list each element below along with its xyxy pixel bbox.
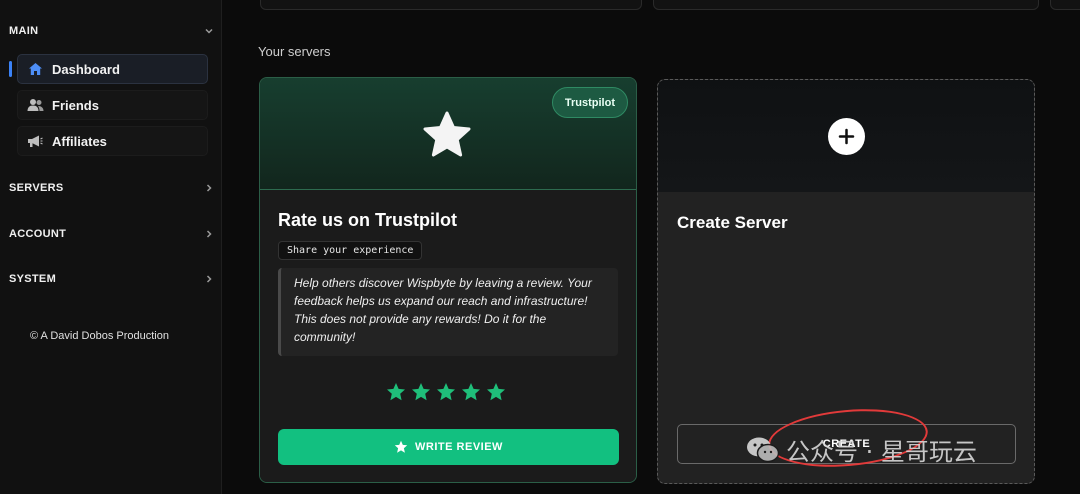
watermark-text: 公众号 · 星哥玩云 (786, 438, 977, 466)
sidebar-section-servers[interactable]: SERVERS (9, 179, 214, 197)
star-icon (461, 382, 481, 402)
card-partial-top (260, 0, 642, 10)
footer-credit: © A David Dobos Production (30, 330, 169, 342)
star-icon (394, 440, 408, 454)
wechat-icon (747, 437, 780, 462)
star-icon (486, 382, 506, 402)
section-title: Your servers (258, 44, 331, 59)
sidebar-section-account[interactable]: ACCOUNT (9, 225, 214, 243)
card-title: Create Server (677, 213, 788, 232)
trustpilot-body: Rate us on Trustpilot Share your experie… (260, 190, 636, 482)
watermark: 公众号 · 星哥玩云 (746, 432, 977, 467)
sidebar-item-label: Affiliates (52, 133, 107, 149)
plus-icon[interactable] (828, 118, 865, 155)
write-review-label: WRITE REVIEW (415, 441, 503, 453)
card-partial-top (653, 0, 1039, 10)
review-quote: Help others discover Wispbyte by leaving… (278, 268, 618, 356)
star-icon (386, 382, 406, 402)
star-icon (423, 111, 471, 157)
chevron-down-icon (204, 26, 214, 36)
megaphone-icon (24, 133, 46, 149)
section-account-label: ACCOUNT (9, 228, 67, 240)
sidebar-item-affiliates[interactable]: Affiliates (17, 126, 208, 156)
card-subtitle: Share your experience (278, 241, 423, 260)
section-servers-label: SERVERS (9, 182, 64, 194)
card-title: Rate us on Trustpilot (278, 210, 458, 230)
sidebar-section-system[interactable]: SYSTEM (9, 270, 214, 288)
section-system-label: SYSTEM (9, 273, 57, 285)
star-icon (436, 382, 456, 402)
trustpilot-badge: Trustpilot (551, 87, 628, 118)
card-partial-top (1050, 0, 1080, 10)
chevron-right-icon (204, 274, 214, 284)
rating-stars (386, 382, 506, 402)
sidebar-item-dashboard[interactable]: Dashboard (17, 54, 208, 84)
sidebar-item-label: Friends (52, 97, 99, 113)
sidebar: MAIN Dashboard Friends Affiliates SERVER… (0, 0, 222, 494)
active-indicator (9, 61, 12, 77)
trustpilot-banner: Trustpilot (260, 78, 636, 190)
home-icon (24, 61, 46, 77)
write-review-button[interactable]: WRITE REVIEW (278, 429, 619, 465)
users-icon (24, 97, 46, 113)
star-icon (411, 382, 431, 402)
sidebar-item-label: Dashboard (52, 61, 120, 77)
trustpilot-card: Trustpilot Rate us on Trustpilot Share y… (259, 77, 637, 483)
chevron-right-icon (204, 183, 214, 193)
sidebar-section-main[interactable]: MAIN (9, 22, 214, 40)
section-main-label: MAIN (9, 25, 39, 37)
create-server-banner (658, 80, 1034, 192)
sidebar-item-friends[interactable]: Friends (17, 90, 208, 120)
chevron-right-icon (204, 229, 214, 239)
